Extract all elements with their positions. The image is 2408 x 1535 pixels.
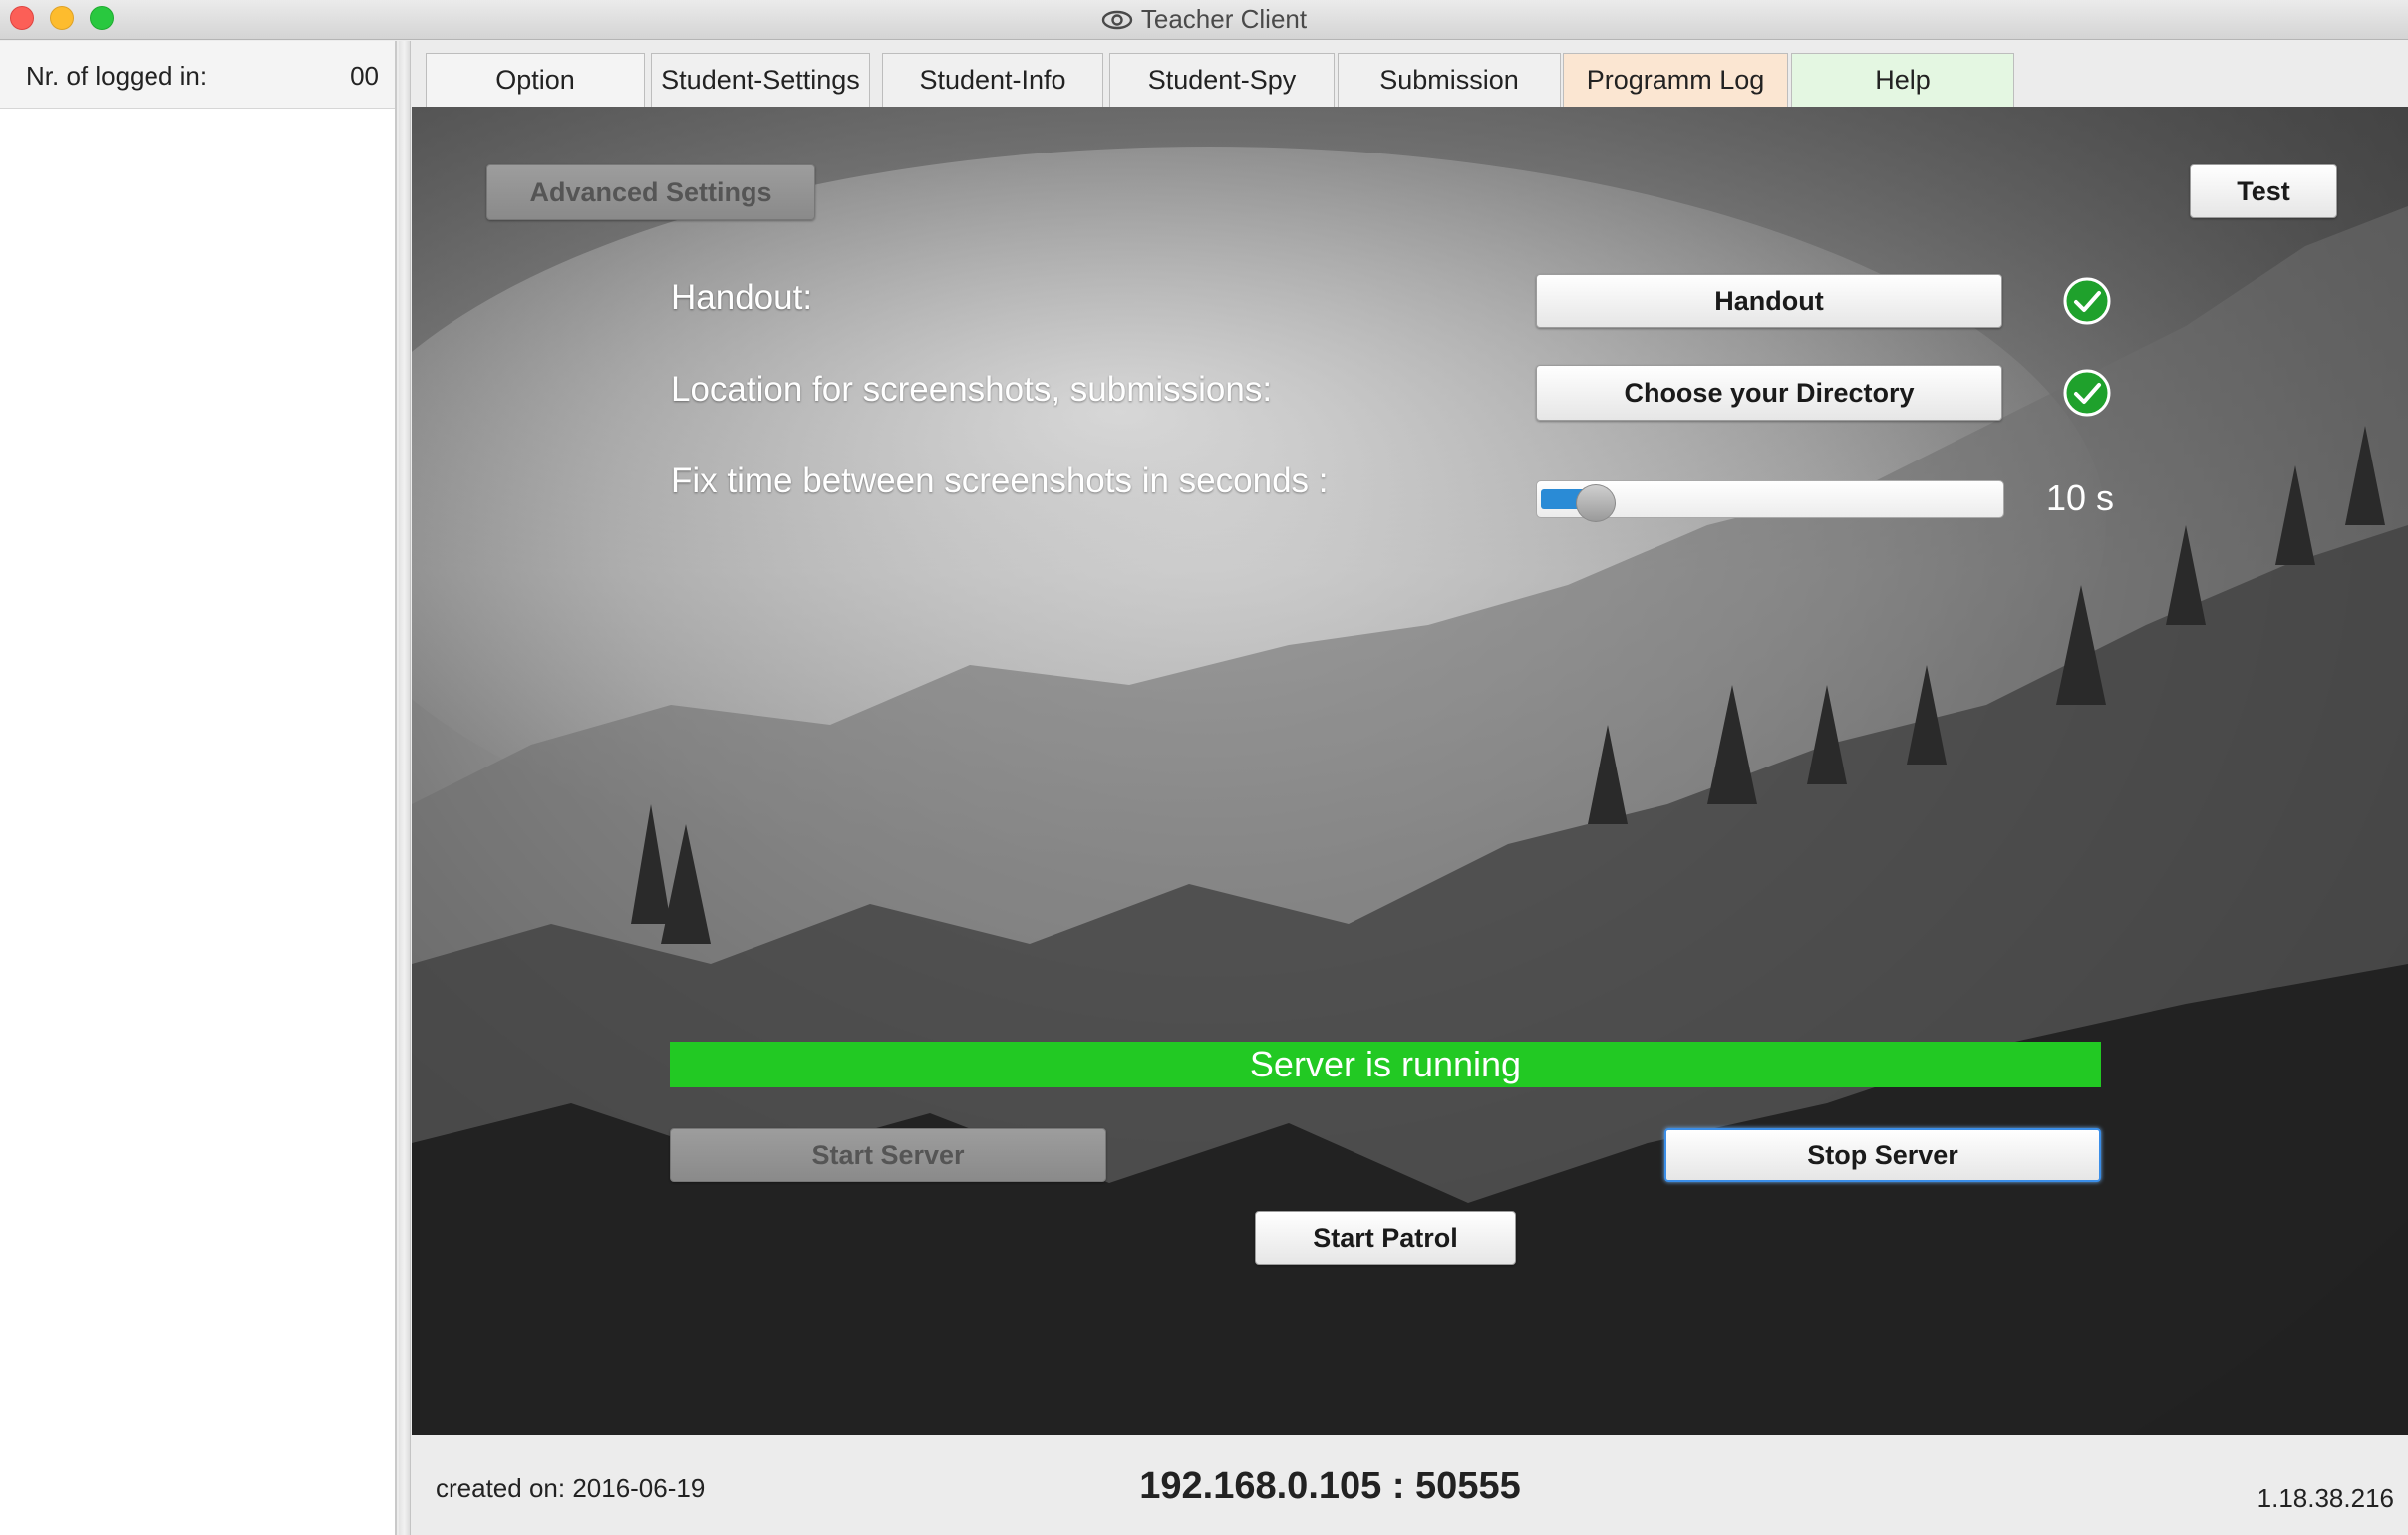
eye-icon [1101,6,1133,37]
version-number: 1.18.38.216 [2257,1483,2394,1513]
window-title: Teacher Client [1140,4,1308,34]
test-button[interactable]: Test [2190,164,2337,218]
tab-bar: Option Student-Settings Student-Info Stu… [412,41,2408,107]
tab-option[interactable]: Option [426,53,645,107]
handout-label: Handout: [671,278,813,317]
slider-thumb[interactable] [1576,484,1616,522]
status-footer: created on: 2016-06-19 192.168.0.105 : 5… [412,1435,2408,1535]
choose-directory-button[interactable]: Choose your Directory [1536,365,2002,421]
logged-in-label: Nr. of logged in: [26,61,208,91]
advanced-settings-button[interactable]: Advanced Settings [486,164,815,220]
screenshot-interval-label: Fix time between screenshots in seconds … [671,461,1329,500]
logged-in-header: Nr. of logged in: 00 [0,41,395,109]
check-circle-icon [2063,277,2111,325]
start-patrol-button[interactable]: Start Patrol [1255,1211,1516,1265]
server-status-bar: Server is running [670,1042,2101,1087]
window-title-container: Teacher Client [0,4,2408,37]
stop-server-button[interactable]: Stop Server [1664,1128,2101,1182]
check-circle-icon [2063,369,2111,417]
tab-student-spy[interactable]: Student-Spy [1109,53,1335,107]
tab-student-info[interactable]: Student-Info [882,53,1103,107]
student-list-sidebar: Nr. of logged in: 00 [0,41,397,1535]
logged-in-count: 00 [350,61,379,91]
tab-student-settings[interactable]: Student-Settings [651,53,870,107]
server-address: 192.168.0.105 : 50555 [1139,1465,1521,1507]
handout-button[interactable]: Handout [1536,274,2002,328]
tab-submission[interactable]: Submission [1338,53,1561,107]
tab-help[interactable]: Help [1791,53,2014,107]
title-bar: Teacher Client [0,0,2408,40]
tab-programm-log[interactable]: Programm Log [1563,53,1788,107]
option-panel: Advanced Settings Test Handout: Handout … [412,107,2408,1435]
screenshot-interval-slider[interactable] [1536,480,2004,522]
screenshot-interval-value: 10 s [2046,477,2115,518]
start-server-button[interactable]: Start Server [670,1128,1106,1182]
split-pane-divider[interactable] [399,41,411,1535]
location-label: Location for screenshots, submissions: [671,370,1273,409]
